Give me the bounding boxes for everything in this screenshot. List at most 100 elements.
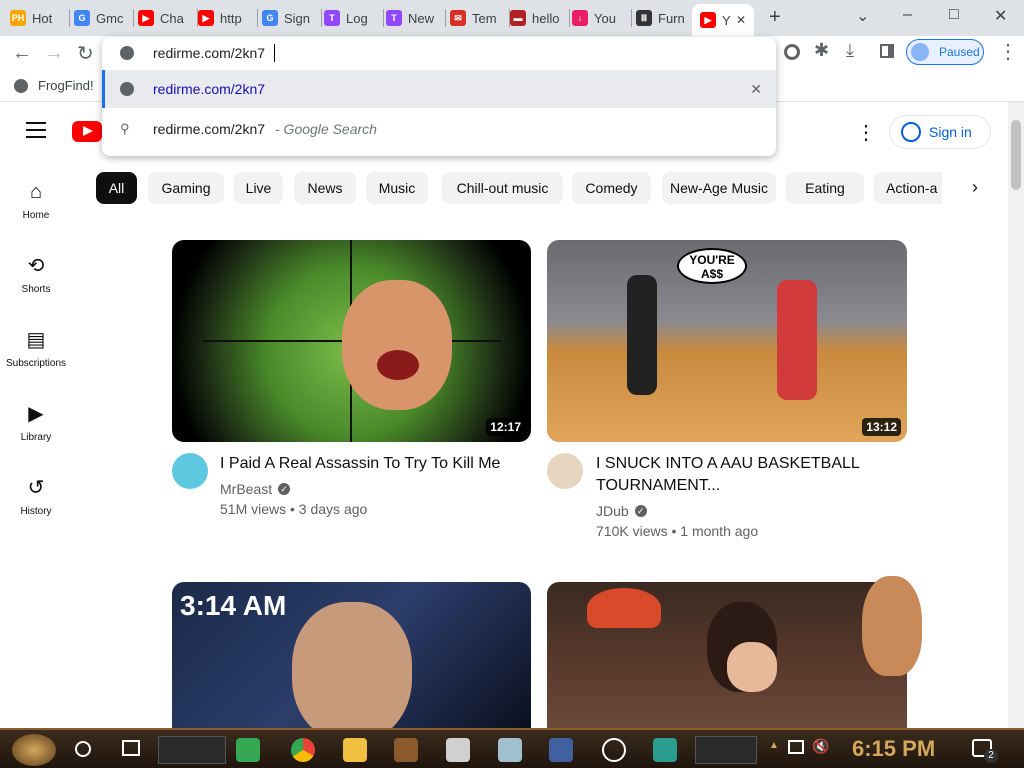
taskbar-clock[interactable]: 6:15 PM [852,736,935,762]
bookmark-frogfind[interactable]: FrogFind! [14,78,94,93]
show-hidden-icons-chevron-icon[interactable]: ▲ [769,740,779,751]
filter-chip[interactable]: News [294,172,356,204]
download-icon[interactable]: ⤓ [846,40,854,61]
channel-name-text: JDub [596,503,629,519]
suggestion-suffix: - Google Search [275,121,377,137]
volume-muted-icon[interactable]: 🔇 [812,738,829,755]
sidebar-item-library[interactable]: ▶ Library [0,402,72,443]
tab-favicon-icon: ▶ [198,10,214,26]
search-circle-icon[interactable] [75,741,91,757]
close-window-button[interactable]: ✕ [994,6,1007,26]
video-thumbnail[interactable]: 3:14 AM [172,582,531,728]
video-thumbnail[interactable]: 12:17 [172,240,531,442]
sidebar-item-label: Shorts [21,284,51,295]
library-icon: ▶ [28,403,44,425]
browser-tab[interactable]: G Gmc [74,5,134,31]
browser-tab[interactable]: T New [386,5,446,31]
filter-chip[interactable]: Gaming [148,172,224,204]
duration-badge: 12:17 [486,418,525,436]
tab-favicon-icon: ▶ [138,10,154,26]
notification-icon[interactable]: 2 [972,739,998,763]
sign-in-button[interactable]: Sign in [889,115,991,149]
extensions-icon[interactable]: ✱ [814,40,829,61]
file-explorer-icon[interactable] [343,738,367,762]
app-icon[interactable] [446,738,470,762]
page-scrollbar[interactable] [1008,102,1024,728]
address-bar[interactable]: redirme.com/2kn7 [102,37,776,69]
browser-tab[interactable]: Ⅲ Furn [636,5,696,31]
youtube-logo-icon[interactable] [72,121,102,142]
new-tab-button[interactable]: + [769,6,781,29]
sidebar-item-history[interactable]: ↺ History [0,476,72,517]
notes-app-icon[interactable] [236,738,260,762]
minimize-button[interactable]: – [903,6,912,24]
browser-tab[interactable]: G Sign [262,5,322,31]
forward-button[interactable]: → [44,42,64,65]
app-icon[interactable] [394,738,418,762]
taskbar-slot[interactable] [695,736,757,764]
scrollbar-thumb[interactable] [1011,120,1021,190]
remove-suggestion-icon[interactable]: ✕ [750,81,762,98]
app-icon[interactable] [653,738,677,762]
browser-tab[interactable]: PH Hot [10,5,70,31]
obs-icon[interactable] [602,738,626,762]
browser-tab[interactable]: ▶ Y ✕ [692,4,754,36]
taskbar-search-box[interactable] [158,736,226,764]
profile-button[interactable]: Paused [906,39,984,65]
tab-label: Cha [160,10,184,26]
menu-kebab-icon[interactable]: ⋮ [998,39,1018,64]
channel-avatar[interactable] [547,453,583,489]
keyboard-app-icon[interactable] [549,738,573,762]
chrome-icon[interactable] [291,738,315,762]
filter-chip[interactable]: Music [366,172,428,204]
sync-icon[interactable] [784,44,800,60]
back-button[interactable]: ← [12,42,32,65]
browser-tab[interactable]: T Log [324,5,384,31]
browser-tab[interactable]: ▶ http [198,5,258,31]
tab-label: Furn [658,10,685,26]
close-tab-icon[interactable]: ✕ [736,13,746,27]
tab-favicon-icon: ▶ [700,12,716,28]
filter-chip[interactable]: New-Age Music [662,172,776,204]
channel-name[interactable]: JDub ✓ [596,501,647,521]
tab-label: Hot [32,10,53,26]
video-thumbnail[interactable]: YOU'RE A$$ 13:12 [547,240,907,442]
side-panel-icon[interactable] [880,44,894,58]
browser-tab[interactable]: ▶ Cha [138,5,198,31]
chips-next-chevron-icon[interactable]: › [972,177,978,198]
video-thumbnail[interactable] [547,582,907,728]
sidebar-item-subscriptions[interactable]: ▤ Subscriptions [0,328,72,369]
settings-kebab-icon[interactable]: ⋮ [856,120,876,145]
sidebar-item-shorts[interactable]: ⟲ Shorts [0,254,72,295]
app-icon[interactable] [498,738,522,762]
task-view-icon[interactable] [122,740,140,756]
browser-tab[interactable]: ✉ Tem [450,5,510,31]
browser-tab[interactable]: ▬ hello [510,5,570,31]
video-title[interactable]: I Paid A Real Assassin To Try To Kill Me [220,453,520,475]
browser-tab[interactable]: ↓ You [572,5,632,31]
tab-search-chevron-icon[interactable]: ⌄ [856,6,869,26]
filter-chip[interactable]: Chill-out music [442,172,563,204]
site-info-icon[interactable] [120,46,134,60]
suggestion-search[interactable]: ⚲ redirme.com/2kn7 - Google Search [102,110,776,148]
taskbar: ▲ 🔇 6:15 PM 2 [0,728,1024,768]
channel-avatar[interactable] [172,453,208,489]
suggestion-url[interactable]: redirme.com/2kn7 ✕ [102,70,776,108]
history-icon: ↺ [27,477,45,499]
video-title[interactable]: I SNUCK INTO A AAU BASKETBALL TOURNAMENT… [596,453,896,497]
filter-chip[interactable]: Eating [786,172,864,204]
start-button[interactable] [12,734,56,766]
maximize-button[interactable]: □ [949,6,959,24]
network-icon[interactable] [788,740,804,754]
filter-chip[interactable]: Action-a [874,172,942,204]
channel-name[interactable]: MrBeast ✓ [220,479,291,499]
filter-chip[interactable]: Live [234,172,283,204]
filter-chip[interactable]: All [96,172,137,204]
tab-favicon-icon: G [262,10,278,26]
reload-button[interactable]: ↻ [77,41,94,66]
sidebar-item-home[interactable]: ⌂ Home [0,180,72,221]
filter-chip[interactable]: Comedy [572,172,651,204]
address-input[interactable]: redirme.com/2kn7 [153,45,265,61]
hamburger-menu-icon[interactable] [26,122,46,138]
globe-icon [120,82,134,96]
